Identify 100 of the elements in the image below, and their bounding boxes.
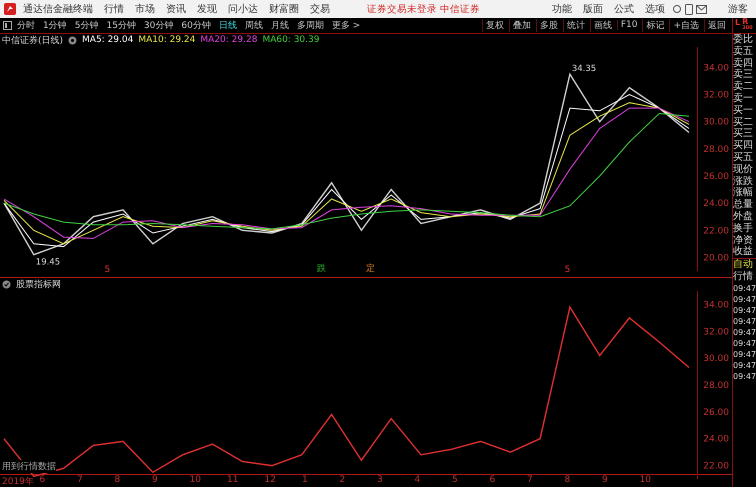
- period-tab[interactable]: 1分钟: [40, 18, 70, 32]
- menu-item[interactable]: 发现: [193, 2, 221, 16]
- date-label: 3: [377, 475, 383, 486]
- period-tab[interactable]: 30分钟: [140, 18, 176, 32]
- date-label: 5: [452, 475, 458, 486]
- menu-item[interactable]: 版面: [579, 2, 607, 16]
- date-label: 10: [640, 475, 651, 486]
- date-label: 1: [302, 475, 308, 486]
- axis-label: 26.00: [703, 172, 729, 182]
- toolbar-button[interactable]: 叠加: [508, 18, 534, 32]
- date-label: 9: [152, 475, 158, 486]
- quote-label: 买一: [733, 104, 754, 117]
- data-note: 用到行情数据: [2, 460, 56, 474]
- menu-item[interactable]: 公式: [610, 2, 638, 16]
- tick-time: 09:47: [733, 294, 756, 305]
- logo-icon: [4, 3, 16, 15]
- axis-label: 30.00: [703, 354, 729, 364]
- check-circle-icon[interactable]: [2, 280, 11, 290]
- axis-label: 34.00: [703, 63, 729, 73]
- chart-title: 中信证券(日线): [2, 34, 64, 47]
- quote-label: 卖四: [733, 58, 754, 69]
- axis-label: 32.00: [703, 328, 729, 338]
- axis-label: 24.00: [703, 198, 729, 209]
- quote-label: 总量: [733, 199, 754, 211]
- date-label: 8: [114, 475, 120, 486]
- broker-link[interactable]: 中信证券: [440, 2, 480, 16]
- quote-label: 卖二: [733, 81, 754, 92]
- menu-item[interactable]: 财富圈: [265, 2, 303, 16]
- period-tab[interactable]: 周线: [242, 18, 266, 32]
- panel-toggle-icon[interactable]: [3, 20, 12, 30]
- tick-time: 09:47: [733, 282, 756, 294]
- tick-time: 09:47: [733, 338, 756, 349]
- period-tab[interactable]: 更多 >: [328, 18, 364, 32]
- period-tab[interactable]: 5分钟: [72, 18, 102, 32]
- signal-marker: 跌: [317, 262, 326, 276]
- quote-label: 买二: [733, 116, 754, 128]
- menu-item[interactable]: 行情: [100, 2, 128, 16]
- period-tab[interactable]: 日线: [216, 18, 240, 32]
- tick-time: 09:47: [733, 316, 756, 327]
- axis-label: 24.00: [703, 435, 729, 446]
- period-tab[interactable]: 月线: [268, 18, 292, 32]
- menu-item[interactable]: 资讯: [162, 2, 190, 16]
- user-name[interactable]: 游客: [724, 2, 752, 16]
- date-label: 11: [227, 475, 238, 486]
- ma-value: MA5: 29.04: [82, 35, 134, 46]
- envelope-icon[interactable]: [696, 4, 707, 14]
- menu-item[interactable]: 交易: [306, 2, 334, 16]
- quote-label: 现价: [733, 164, 754, 176]
- axis-label: 34.00: [703, 300, 729, 311]
- menu-item[interactable]: 选项: [641, 2, 669, 16]
- toolbar-button[interactable]: 标记: [642, 18, 668, 32]
- phone-icon[interactable]: [685, 4, 693, 14]
- date-label: 2019年: [2, 476, 34, 487]
- quote-label: 涨幅: [733, 187, 754, 198]
- auto-label[interactable]: 自动: [733, 259, 756, 271]
- axis-label: 28.00: [703, 381, 729, 392]
- left-label[interactable]: L: [735, 18, 740, 33]
- indicator-title: 股票指标网: [16, 278, 61, 292]
- toolbar-button[interactable]: 画线: [590, 18, 615, 32]
- date-label: 7: [527, 475, 533, 486]
- toolbar-button[interactable]: F10: [616, 20, 640, 30]
- ma-value: MA10: 29.24: [138, 35, 196, 46]
- axis-label: 22.00: [703, 226, 729, 236]
- date-label: 9: [602, 475, 608, 486]
- date-label: 12: [264, 475, 276, 486]
- quote-label: 买五: [733, 152, 754, 164]
- quote-label: 买三: [733, 128, 754, 140]
- menu-item[interactable]: 市场: [131, 2, 159, 16]
- login-status[interactable]: 证券交易未登录: [367, 2, 437, 16]
- signal-marker: 5: [104, 265, 110, 276]
- axis-label: 32.00: [703, 90, 729, 100]
- date-label: 6: [40, 475, 46, 486]
- period-tab[interactable]: 分时: [14, 18, 38, 32]
- app-name: 通达信金融终端: [22, 2, 94, 16]
- price-label: 19.45: [36, 257, 60, 268]
- quote-label: 买四: [733, 140, 754, 152]
- quote-label: 卖三: [733, 69, 754, 80]
- menu-item[interactable]: 功能: [548, 2, 576, 16]
- ticker-title: 行情: [733, 270, 754, 283]
- menu-item[interactable]: 问小达: [224, 2, 262, 16]
- toolbar-button[interactable]: +自选: [669, 18, 702, 32]
- toolbar-button[interactable]: 多股: [536, 18, 561, 32]
- tick-time: 09:47: [733, 360, 756, 371]
- date-label: 6: [490, 475, 496, 486]
- quote-label: 净资: [733, 234, 754, 246]
- quote-label: 委比: [733, 34, 754, 46]
- quote-label: 涨跌: [733, 176, 754, 187]
- period-tab[interactable]: 60分钟: [178, 18, 214, 32]
- toolbar-button[interactable]: 复权: [482, 18, 507, 32]
- toolbar-button[interactable]: 返回: [704, 18, 729, 32]
- axis-label: 22.00: [703, 462, 729, 472]
- tick-time: 09:47: [733, 326, 756, 338]
- period-tab[interactable]: 多周期: [294, 18, 327, 32]
- period-tab[interactable]: 15分钟: [103, 18, 139, 32]
- quote-label: 换手: [733, 222, 754, 235]
- quote-label: 卖五: [733, 46, 754, 58]
- toolbar-button[interactable]: 统计: [562, 18, 588, 32]
- quote-label: 卖一: [733, 92, 754, 105]
- quote-label: 外盘: [733, 210, 754, 222]
- date-label: 8: [564, 475, 570, 486]
